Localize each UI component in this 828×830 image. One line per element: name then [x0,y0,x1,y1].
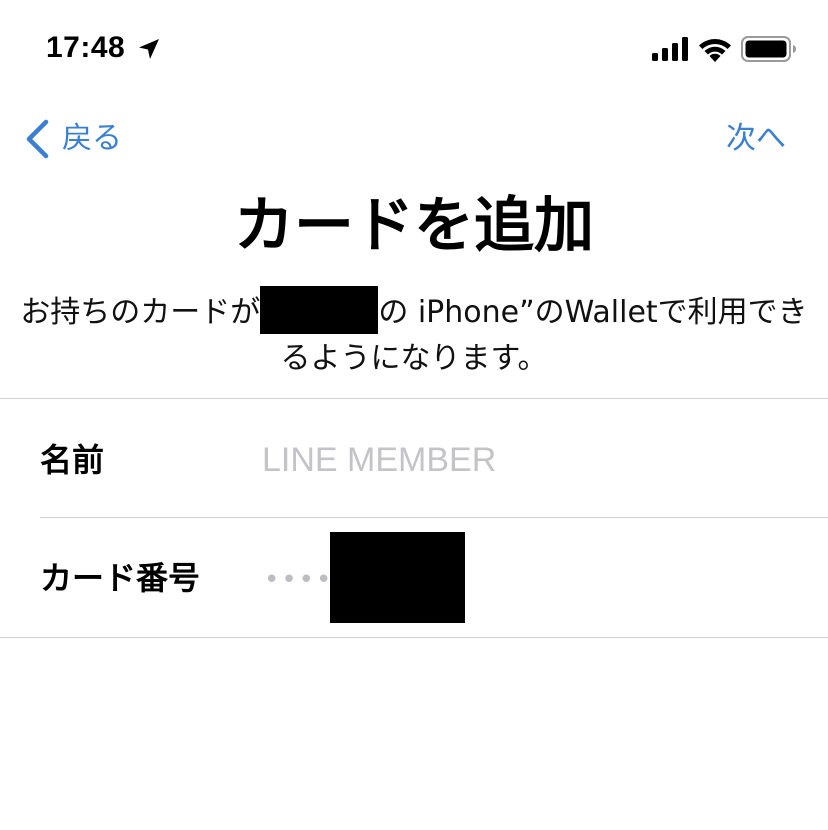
form-top-divider [0,398,828,399]
name-field[interactable] [262,438,802,482]
battery-icon [741,36,796,62]
next-button[interactable]: 次へ [726,116,786,162]
name-label: 名前 [40,441,105,479]
redacted-card-number [330,532,465,623]
chevron-left-icon [26,119,49,159]
page-title: カードを追加 [234,191,594,261]
card-number-label: カード番号 [40,559,201,597]
redacted-device-name [260,286,379,334]
description-text: お持ちのカードがの iPhone”のWalletで利用できるようになります。 [20,286,808,382]
status-time: 17:48 [46,31,126,64]
back-button-label: 戻る [62,121,122,156]
row-divider [40,517,828,518]
description-prefix: お持ちのカードが [20,295,261,330]
back-button[interactable]: 戻る [24,116,122,162]
cellular-signal-icon [652,37,688,61]
location-arrow-icon [139,39,159,59]
card-number-field[interactable]: •••• [264,560,333,600]
wifi-icon [699,39,731,62]
form-bottom-divider [0,637,828,638]
status-bar: 17:48 [0,0,828,96]
